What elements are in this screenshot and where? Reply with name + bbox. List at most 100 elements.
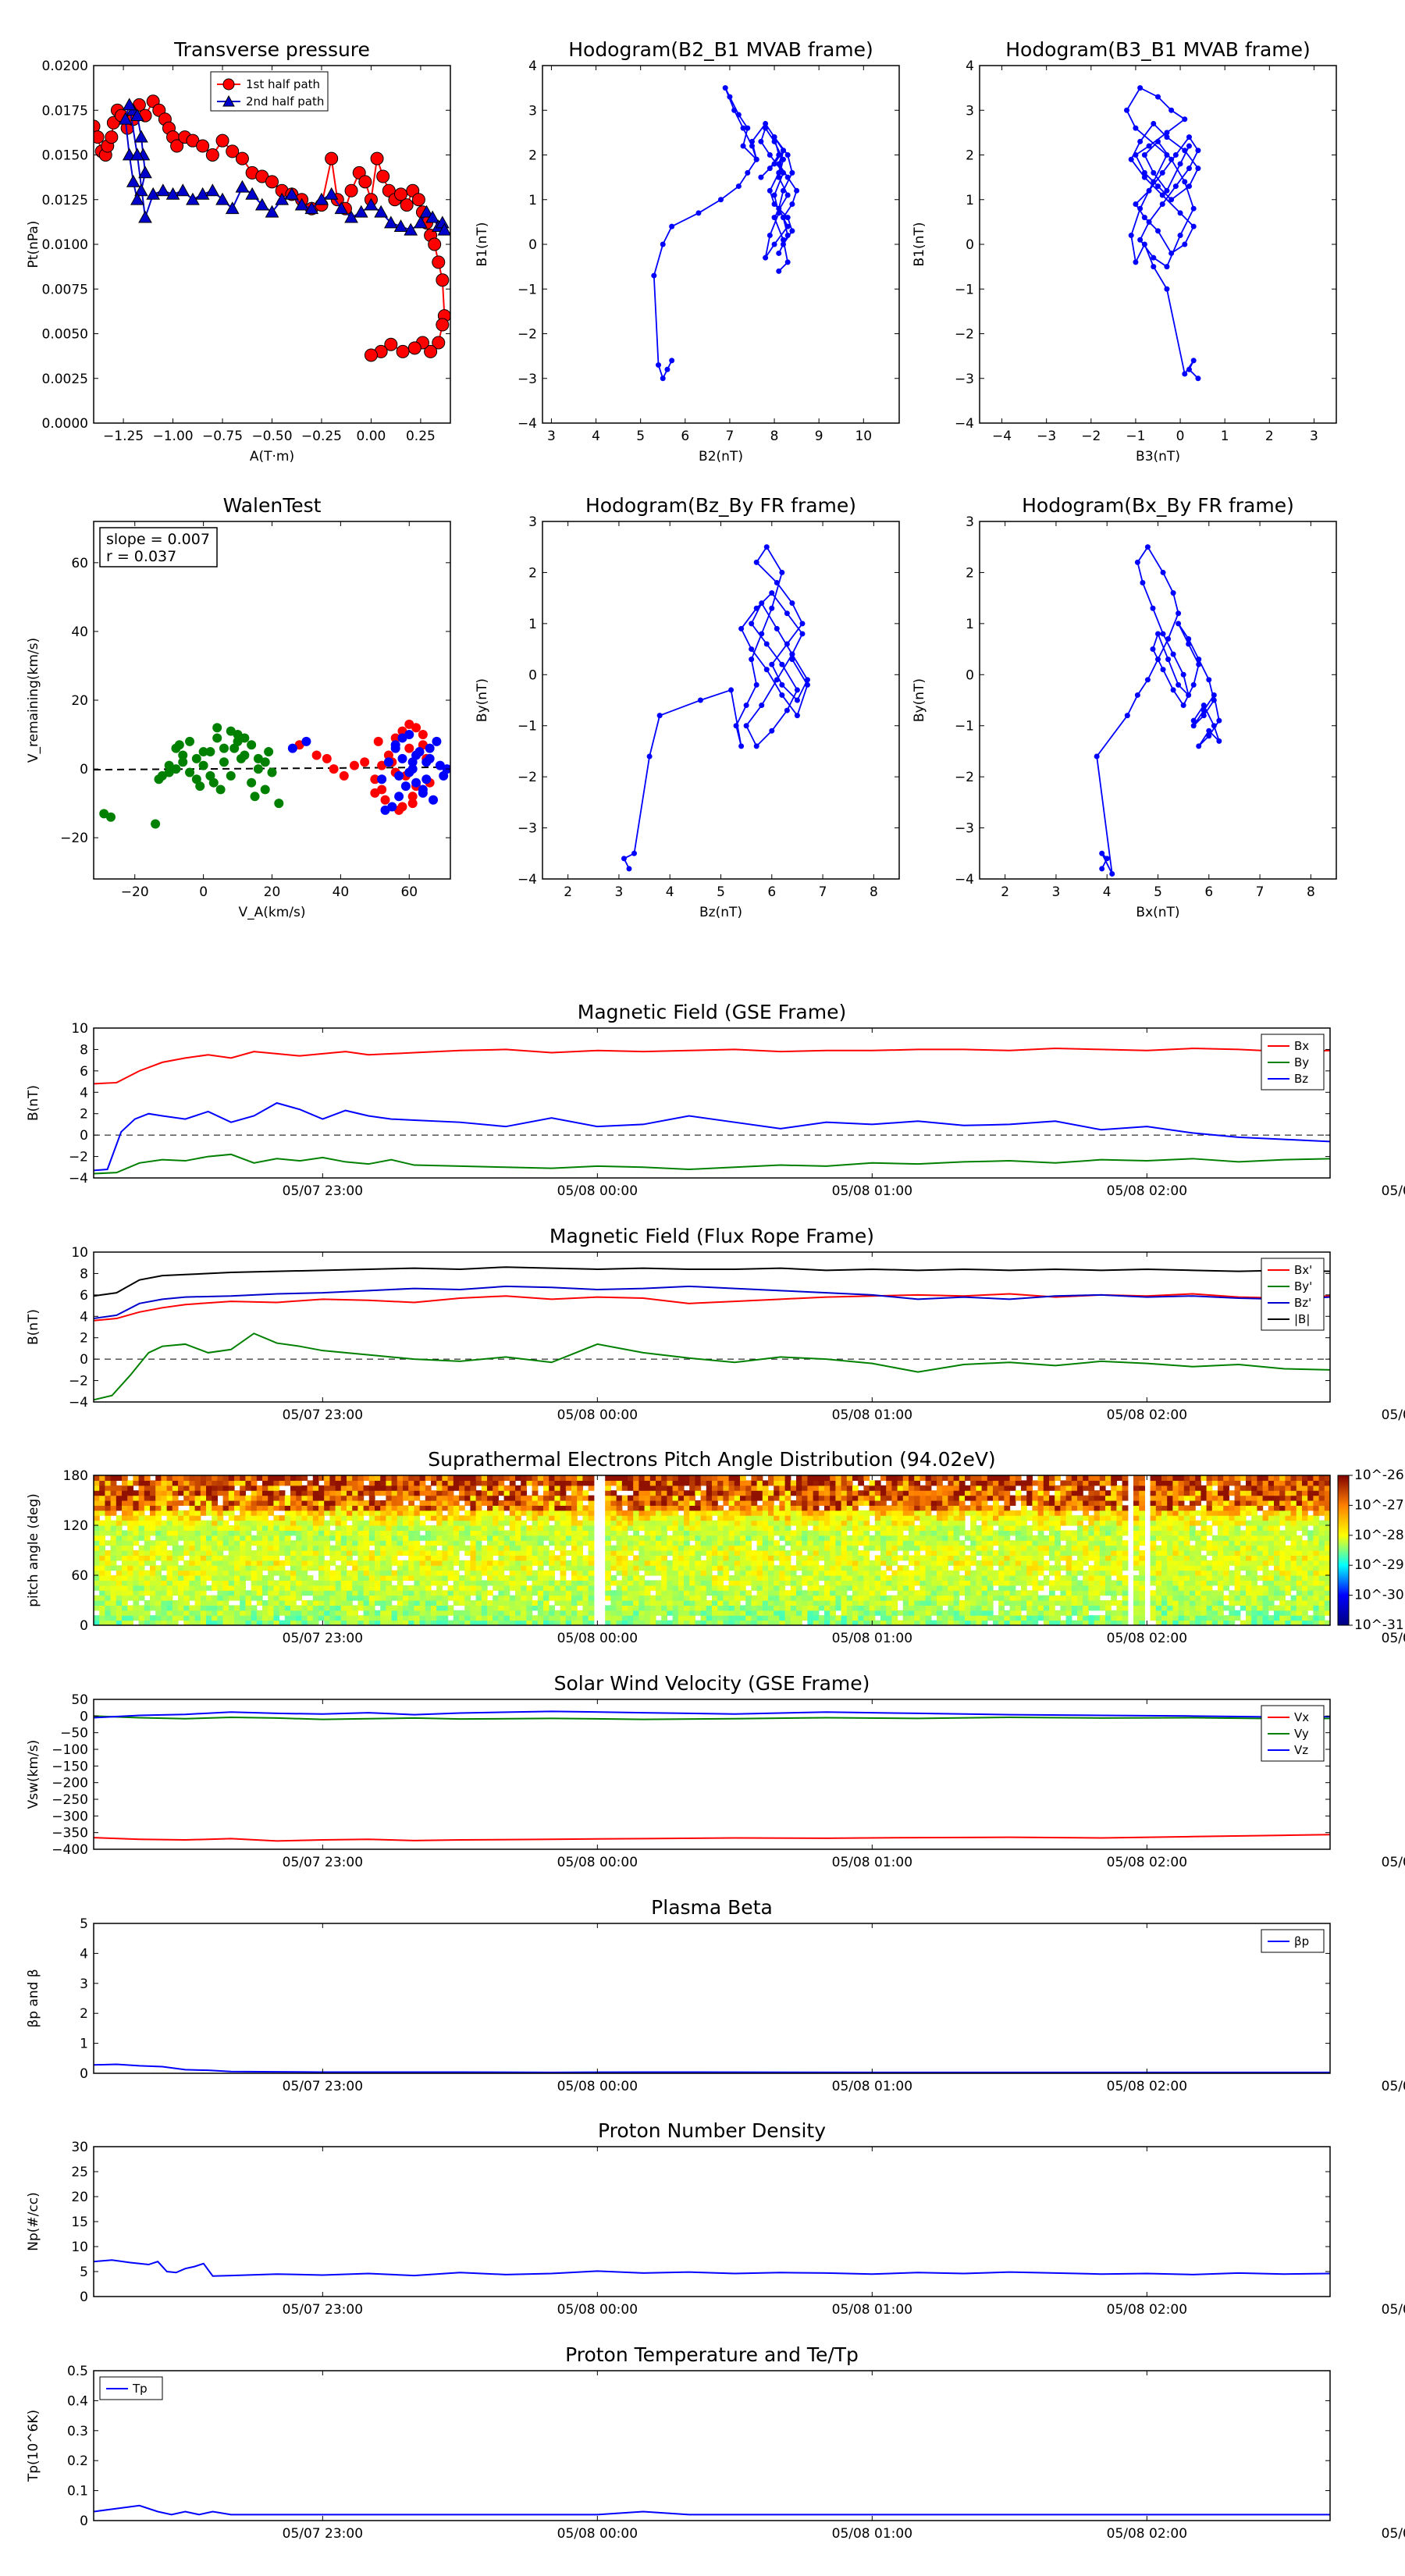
heat-cell (661, 1485, 667, 1491)
heat-cell (245, 1600, 252, 1606)
heat-cell (706, 1540, 713, 1546)
heat-cell (521, 1495, 527, 1501)
heat-cell (347, 1575, 353, 1581)
heat-cell (470, 1480, 477, 1486)
heat-cell (116, 1615, 123, 1621)
heat-cell (925, 1585, 932, 1591)
heat-cell (762, 1485, 769, 1491)
heat-cell (891, 1510, 898, 1516)
data-point (407, 757, 418, 767)
heat-cell (419, 1575, 426, 1581)
data-point (195, 781, 205, 792)
heat-cell (813, 1545, 820, 1551)
heat-cell (902, 1550, 909, 1556)
heat-cell (459, 1615, 465, 1621)
heat-cell (240, 1595, 246, 1601)
heat-cell (110, 1520, 117, 1526)
heat-cell (155, 1545, 162, 1551)
heat-cell (133, 1570, 140, 1576)
heat-cell (565, 1530, 572, 1536)
heat-cell (403, 1570, 409, 1576)
heat-cell (796, 1610, 802, 1616)
heat-cell (498, 1600, 505, 1606)
heat-cell (110, 1565, 117, 1571)
heat-cell (638, 1585, 646, 1591)
heat-cell (222, 1490, 229, 1496)
heat-cell (212, 1605, 218, 1611)
heat-cell (380, 1520, 386, 1526)
heat-cell (133, 1515, 140, 1521)
heat-cell (633, 1580, 639, 1586)
heat-cell (813, 1580, 820, 1586)
heat-cell (414, 1480, 421, 1486)
heat-cell (296, 1535, 302, 1541)
heat-cell (717, 1525, 724, 1531)
data-point (1164, 152, 1170, 158)
heat-cell (874, 1510, 881, 1516)
heat-cell (886, 1565, 892, 1571)
heat-cell (166, 1555, 173, 1561)
heat-cell (779, 1555, 786, 1561)
heat-cell (301, 1545, 308, 1551)
heat-cell (678, 1570, 685, 1576)
heat-cell (762, 1580, 769, 1586)
heat-cell (329, 1600, 336, 1606)
heat-cell (661, 1550, 667, 1556)
heat-cell (453, 1515, 460, 1521)
heat-cell (279, 1605, 286, 1611)
heat-cell (667, 1560, 674, 1566)
heat-cell (99, 1480, 105, 1486)
heat-cell (902, 1615, 909, 1621)
heat-cell (560, 1475, 567, 1481)
heat-cell (740, 1575, 746, 1581)
heat-cell (537, 1605, 544, 1611)
data-point (1164, 187, 1170, 194)
x-tick-label: 4 (592, 429, 600, 444)
heat-cell (391, 1595, 398, 1601)
heat-cell (240, 1605, 246, 1611)
heat-cell (649, 1540, 656, 1546)
heat-cell (616, 1525, 623, 1531)
heat-cell (380, 1500, 386, 1506)
heat-cell (633, 1490, 639, 1496)
heat-cell (678, 1530, 685, 1536)
heat-cell (284, 1515, 291, 1521)
heat-cell (481, 1510, 488, 1516)
heat-cell (846, 1490, 853, 1496)
heat-cell (161, 1540, 168, 1546)
heat-cell (183, 1475, 190, 1481)
data-point (776, 161, 782, 167)
heat-cell (740, 1555, 746, 1561)
heat-cell (183, 1510, 190, 1516)
heat-cell (419, 1600, 426, 1606)
heat-cell (784, 1515, 791, 1521)
heat-cell (880, 1575, 887, 1581)
data-point (394, 770, 404, 781)
heat-cell (150, 1540, 156, 1546)
heat-cell (790, 1515, 797, 1521)
heat-cell (807, 1495, 814, 1501)
heat-cell (830, 1500, 836, 1506)
heat-cell (386, 1515, 393, 1521)
heat-cell (628, 1605, 634, 1611)
heat-cell (487, 1490, 493, 1496)
heat-cell (183, 1540, 190, 1546)
heat-cell (571, 1545, 578, 1551)
x-tick-label: 2 (564, 884, 572, 900)
heat-cell (391, 1570, 398, 1576)
heat-cell (610, 1530, 617, 1536)
heat-cell (549, 1580, 555, 1586)
heat-cell (723, 1610, 730, 1616)
heat-cell (324, 1615, 330, 1621)
heat-cell (116, 1590, 123, 1596)
heat-cell (869, 1495, 876, 1501)
heat-cell (874, 1560, 881, 1566)
heat-cell (178, 1590, 184, 1596)
heat-cell (902, 1565, 909, 1571)
heat-cell (464, 1535, 471, 1541)
heat-cell (835, 1530, 842, 1536)
heat-cell (273, 1550, 280, 1556)
heat-cell (144, 1485, 151, 1491)
heat-cell (217, 1490, 224, 1496)
heat-cell (206, 1525, 212, 1531)
